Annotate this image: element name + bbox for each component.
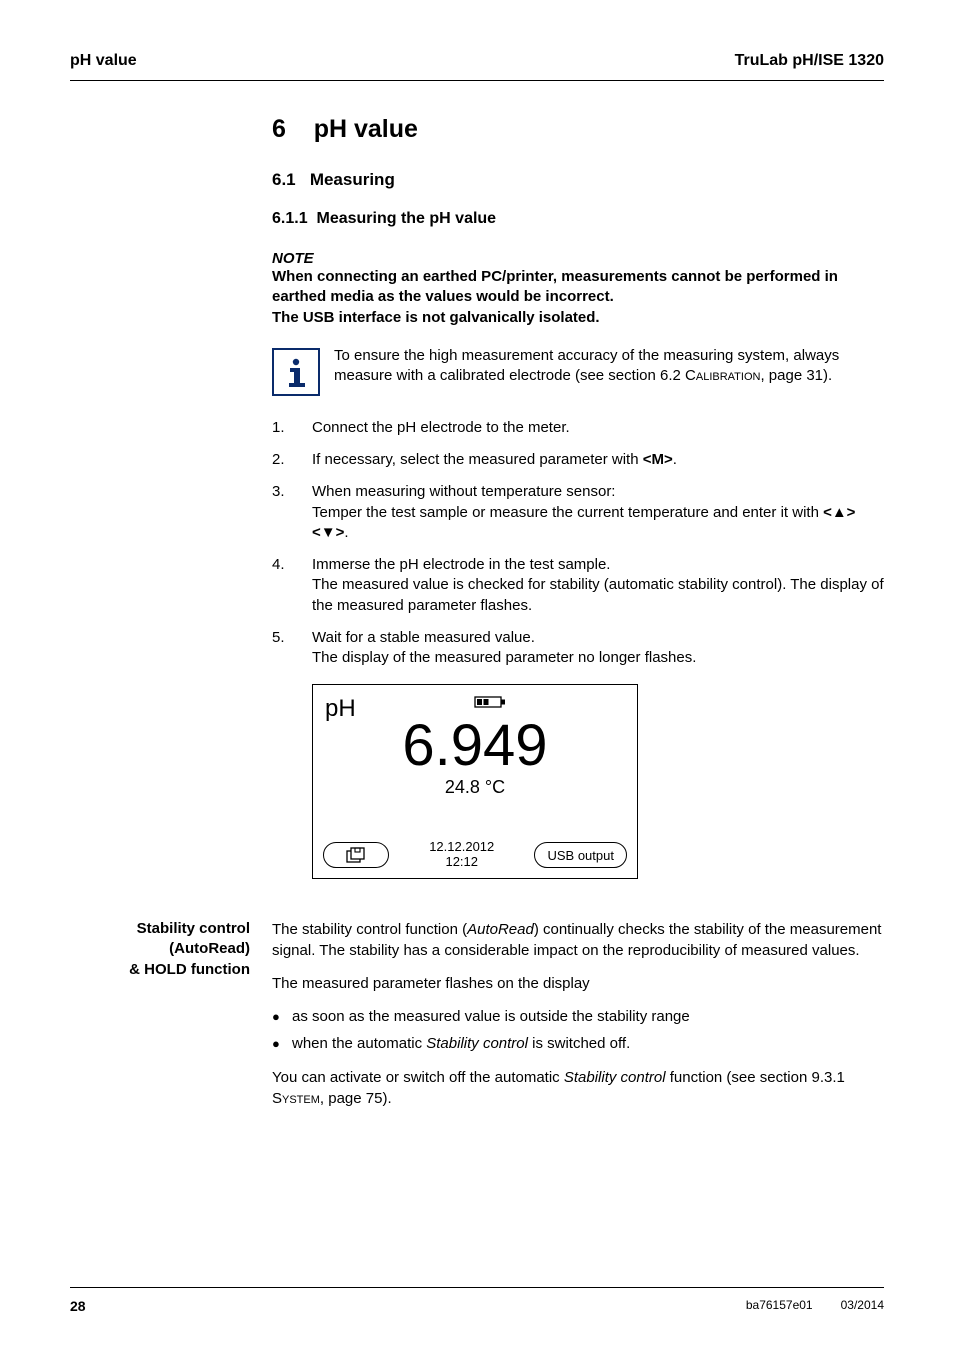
page-footer: 28 ba76157e01 03/2014 xyxy=(70,1287,884,1314)
display-date: 12.12.2012 xyxy=(429,840,494,855)
margin-label-l2: (AutoRead) xyxy=(70,939,250,959)
step-3: When measuring without temperature senso… xyxy=(272,482,884,543)
step-1: Connect the pH electrode to the meter. xyxy=(272,418,884,438)
display-value: 6.949 xyxy=(323,717,627,775)
section-heading: 6.1 Measuring xyxy=(272,170,884,190)
subsection-heading: 6.1.1 Measuring the pH value xyxy=(272,210,884,228)
stability-para1-it: AutoRead xyxy=(467,921,534,938)
info-sc: Calibration xyxy=(685,367,760,384)
key-m: <M> xyxy=(643,451,673,468)
chapter-heading: 6 pH value xyxy=(272,115,884,144)
stability-para3-c: , page 75). xyxy=(320,1090,392,1107)
memory-icon xyxy=(346,847,366,863)
doc-date: 03/2014 xyxy=(841,1298,884,1314)
note-line2: The USB interface is not galvanically is… xyxy=(272,309,600,326)
running-head-right: TruLab pH/ISE 1320 xyxy=(735,52,884,70)
stability-bullet2: when the automatic Stability control is … xyxy=(272,1033,884,1056)
display-unit: pH xyxy=(323,695,356,723)
stability-bullet2-a: when the automatic xyxy=(292,1035,426,1052)
stability-para3-a: You can activate or switch off the autom… xyxy=(272,1069,564,1086)
margin-label-l3: & HOLD function xyxy=(70,960,250,980)
doc-id: ba76157e01 xyxy=(746,1298,813,1314)
section-title: Measuring xyxy=(310,170,395,189)
margin-label-stability: Stability control (AutoRead) & HOLD func… xyxy=(70,919,272,980)
note-title: NOTE xyxy=(272,250,884,267)
memory-icon-pill xyxy=(323,842,389,868)
step-4: Immerse the pH electrode in the test sam… xyxy=(272,555,884,616)
stability-para3: You can activate or switch off the autom… xyxy=(272,1067,884,1109)
display-datetime: 12.12.2012 12:12 xyxy=(429,840,494,870)
battery-icon xyxy=(356,695,627,714)
header-rule xyxy=(70,80,884,81)
stability-bullet2-it: Stability control xyxy=(426,1035,528,1052)
stability-bullet1: as soon as the measured value is outside… xyxy=(272,1006,884,1029)
key-up: <▲> xyxy=(823,504,855,521)
stability-para3-sc: System xyxy=(272,1090,320,1107)
step-2: If necessary, select the measured parame… xyxy=(272,450,884,470)
info-post: , page 31). xyxy=(760,367,832,384)
stability-para1-a: The stability control function ( xyxy=(272,921,467,938)
page-number: 28 xyxy=(70,1298,86,1314)
running-head-left: pH value xyxy=(70,52,137,70)
stability-para2: The measured parameter flashes on the di… xyxy=(272,973,884,994)
steps-list: Connect the pH electrode to the meter. I… xyxy=(272,418,884,669)
info-icon xyxy=(272,348,320,396)
subsection-title: Measuring the pH value xyxy=(316,210,496,227)
note-body: When connecting an earthed PC/printer, m… xyxy=(272,267,884,328)
stability-bullet2-b: is switched off. xyxy=(528,1035,630,1052)
stability-para1: The stability control function (AutoRead… xyxy=(272,919,884,961)
key-down: <▼> xyxy=(312,524,344,541)
note-line1: When connecting an earthed PC/printer, m… xyxy=(272,268,838,305)
margin-label-l1: Stability control xyxy=(70,919,250,939)
info-text: To ensure the high measurement accuracy … xyxy=(334,346,884,387)
footer-rule xyxy=(70,1287,884,1288)
subsection-number: 6.1.1 xyxy=(272,210,308,227)
chapter-title: pH value xyxy=(314,115,418,143)
display-time: 12:12 xyxy=(429,855,494,870)
section-number: 6.1 xyxy=(272,170,296,189)
usb-output-pill: USB output xyxy=(534,842,627,868)
chapter-number: 6 xyxy=(272,115,286,143)
display-temp: 24.8 °C xyxy=(323,777,627,798)
stability-para3-it: Stability control xyxy=(564,1069,666,1086)
step-2-text: If necessary, select the measured parame… xyxy=(312,451,643,468)
stability-bullets: as soon as the measured value is outside… xyxy=(272,1006,884,1055)
step-5: Wait for a stable measured value. The di… xyxy=(272,628,884,669)
stability-para3-b: function (see section 9.3.1 xyxy=(666,1069,845,1086)
meter-display: pH 6.949 24.8 °C xyxy=(312,684,638,879)
